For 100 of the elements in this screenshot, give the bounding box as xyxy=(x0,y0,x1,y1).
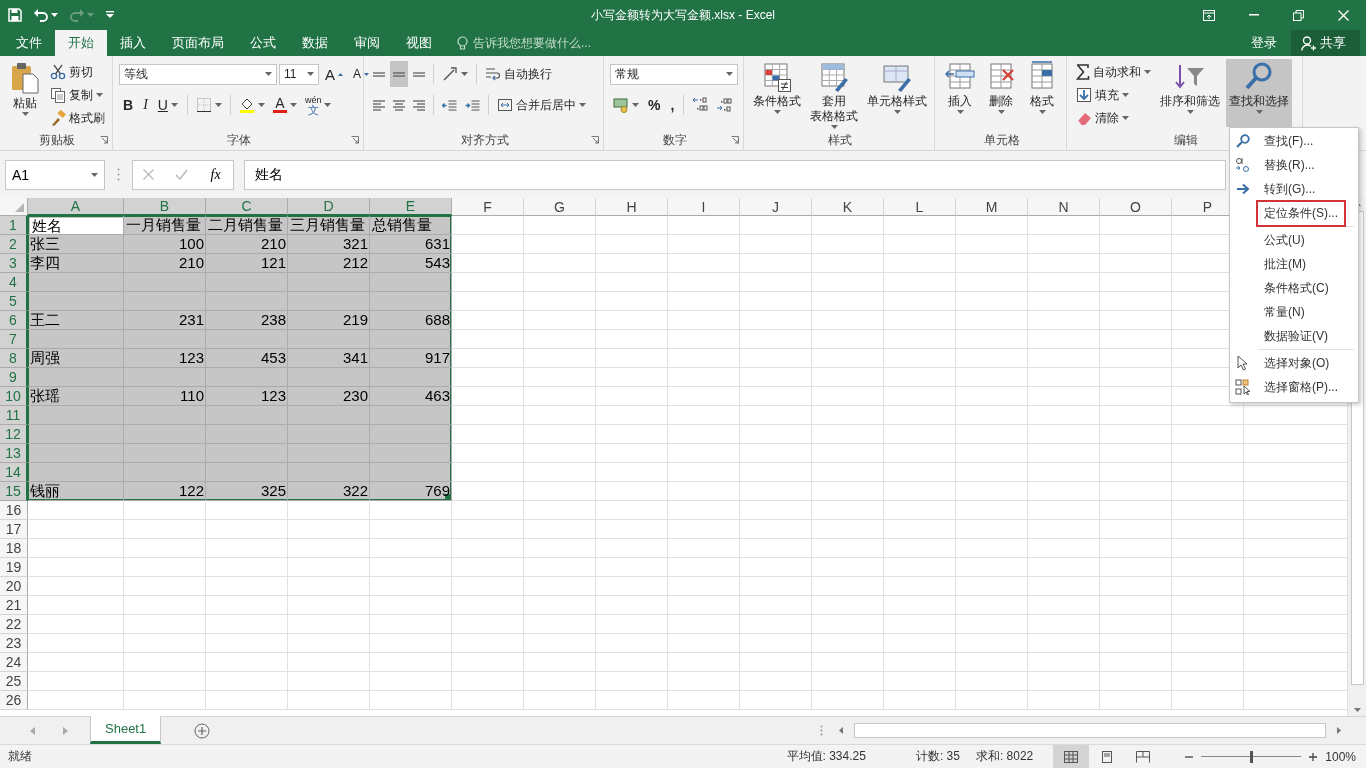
zoom-in-icon[interactable] xyxy=(1309,752,1318,761)
column-header[interactable]: H xyxy=(596,198,668,216)
cancel-icon[interactable] xyxy=(143,169,155,180)
ribbon-tab[interactable]: 数据 xyxy=(289,30,341,56)
wrap-text-button[interactable]: 自动换行 xyxy=(482,63,555,85)
font-color-button[interactable]: A xyxy=(269,94,300,116)
clear-button[interactable]: 清除 xyxy=(1073,107,1154,129)
check-icon[interactable] xyxy=(174,169,188,180)
cut-button[interactable]: 剪切 xyxy=(47,61,108,83)
column-header[interactable]: G xyxy=(524,198,596,216)
column-header[interactable]: O xyxy=(1100,198,1172,216)
row-header[interactable]: 10 xyxy=(0,387,28,406)
cells-button[interactable]: 格式 xyxy=(1023,59,1061,127)
dialog-launcher-icon[interactable] xyxy=(351,136,359,144)
align-middle-button[interactable] xyxy=(390,61,408,87)
row-header[interactable]: 14 xyxy=(0,463,28,482)
row-header[interactable]: 2 xyxy=(0,235,28,254)
row-header[interactable]: 23 xyxy=(0,634,28,653)
merge-center-button[interactable]: 合并后居中 xyxy=(494,94,589,116)
row-header[interactable]: 11 xyxy=(0,406,28,425)
row-header[interactable]: 18 xyxy=(0,539,28,558)
ribbon-tab[interactable]: 视图 xyxy=(393,30,445,56)
tell-me-field[interactable]: 告诉我您想要做什么... xyxy=(473,36,643,50)
ribbon-tab[interactable]: 开始 xyxy=(55,30,107,56)
row-header[interactable]: 8 xyxy=(0,349,28,368)
cells-button[interactable]: 插入 xyxy=(941,59,979,127)
column-header[interactable]: J xyxy=(740,198,812,216)
row-header[interactable]: 6 xyxy=(0,311,28,330)
sheet-tab[interactable]: Sheet1 xyxy=(90,716,162,744)
font-size-field[interactable]: 11 xyxy=(279,63,319,85)
column-header[interactable]: L xyxy=(884,198,956,216)
column-header[interactable]: M xyxy=(956,198,1028,216)
find-select-button[interactable]: 查找和选择 xyxy=(1226,59,1292,127)
ribbon-tab[interactable]: 插入 xyxy=(107,30,159,56)
row-header[interactable]: 1 xyxy=(0,216,28,235)
underline-button[interactable]: U xyxy=(153,94,182,116)
column-header[interactable]: D xyxy=(288,198,370,216)
ribbon-tab[interactable]: 审阅 xyxy=(341,30,393,56)
format-painter-button[interactable]: 格式刷 xyxy=(47,107,108,129)
column-header[interactable]: E xyxy=(370,198,452,216)
bold-button[interactable]: B xyxy=(119,94,138,116)
row-header[interactable]: 25 xyxy=(0,672,28,691)
formula-field[interactable]: 姓名 xyxy=(244,159,1226,190)
row-header[interactable]: 16 xyxy=(0,501,28,520)
insert-function-button[interactable]: fx xyxy=(208,166,223,183)
fill-button[interactable]: 填充 xyxy=(1073,84,1154,106)
row-header[interactable]: 20 xyxy=(0,577,28,596)
previous-sheet-icon[interactable] xyxy=(30,726,35,735)
row-header[interactable]: 21 xyxy=(0,596,28,615)
phonetic-button[interactable]: wén 文 xyxy=(301,94,335,116)
row-header[interactable]: 13 xyxy=(0,444,28,463)
italic-button[interactable]: I xyxy=(139,94,152,116)
row-header[interactable]: 17 xyxy=(0,520,28,539)
column-header[interactable]: C xyxy=(206,198,288,216)
grow-font-button[interactable]: A xyxy=(321,63,347,85)
row-header[interactable]: 5 xyxy=(0,292,28,311)
row-header[interactable]: 22 xyxy=(0,615,28,634)
row-header[interactable]: 12 xyxy=(0,425,28,444)
row-header[interactable]: 4 xyxy=(0,273,28,292)
view-button[interactable] xyxy=(1053,745,1090,768)
copy-button[interactable]: 复制 xyxy=(47,84,108,106)
row-header[interactable]: 24 xyxy=(0,653,28,672)
comma-style-button[interactable]: , xyxy=(666,94,679,116)
row-header[interactable]: 26 xyxy=(0,691,28,710)
dialog-launcher-icon[interactable] xyxy=(100,136,108,144)
share-button[interactable]: 共享 xyxy=(1291,30,1360,56)
shrink-font-button[interactable]: A xyxy=(349,63,374,85)
dialog-launcher-icon[interactable] xyxy=(731,136,739,144)
styles-button[interactable]: 条件格式 xyxy=(750,59,804,127)
next-sheet-icon[interactable] xyxy=(63,726,68,735)
dialog-launcher-icon[interactable] xyxy=(591,136,599,144)
row-header[interactable]: 7 xyxy=(0,330,28,349)
ribbon-tab[interactable]: 公式 xyxy=(237,30,289,56)
row-header[interactable]: 9 xyxy=(0,368,28,387)
scroll-right-icon[interactable] xyxy=(1337,727,1341,734)
sign-in-link[interactable]: 登录 xyxy=(1237,30,1291,56)
font-name-field[interactable]: 等线 xyxy=(119,63,277,85)
styles-button[interactable]: 单元格样式 xyxy=(864,59,930,127)
ribbon-tab[interactable]: 页面布局 xyxy=(159,30,237,56)
menu-item[interactable]: 定位条件(S)... xyxy=(1256,199,1346,227)
column-header[interactable]: A xyxy=(28,198,124,216)
styles-button[interactable]: 套用 表格格式 xyxy=(807,59,861,127)
sort-filter-button[interactable]: 排序和筛选 xyxy=(1157,59,1223,127)
cells-button[interactable]: 删除 xyxy=(982,59,1020,127)
column-header[interactable]: F xyxy=(452,198,524,216)
percent-button[interactable]: % xyxy=(644,94,665,116)
row-header[interactable]: 19 xyxy=(0,558,28,577)
column-header[interactable]: K xyxy=(812,198,884,216)
paste-button[interactable]: 粘贴 xyxy=(6,59,44,127)
column-header[interactable]: N xyxy=(1028,198,1100,216)
row-header[interactable]: 3 xyxy=(0,254,28,273)
ribbon-tab[interactable]: 文件 xyxy=(3,30,55,56)
select-all-icon[interactable] xyxy=(15,203,24,212)
scroll-down-icon[interactable] xyxy=(1353,708,1361,712)
column-header[interactable]: B xyxy=(124,198,206,216)
add-sheet-icon[interactable] xyxy=(194,722,211,739)
scroll-left-icon[interactable] xyxy=(839,727,843,734)
row-header[interactable]: 15 xyxy=(0,482,28,501)
autosum-button[interactable]: 自动求和 xyxy=(1073,61,1154,83)
number-format-field[interactable]: 常规 xyxy=(610,63,738,85)
